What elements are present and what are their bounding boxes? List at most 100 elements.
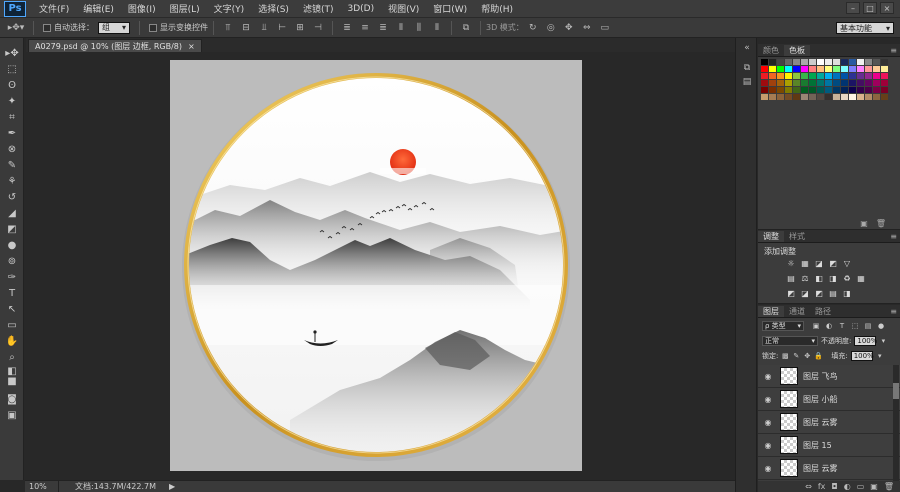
color-swatch[interactable] <box>857 94 864 100</box>
align-left-icon[interactable]: ⊢ <box>275 22 289 34</box>
zoom-tool-icon[interactable]: ⌕ <box>4 350 20 364</box>
delete-layer-icon[interactable]: 🗑 <box>884 482 894 491</box>
pen-tool-icon[interactable]: ✑ <box>4 270 20 284</box>
status-menu-arrow-icon[interactable]: ▶ <box>169 482 177 491</box>
close-icon[interactable]: × <box>188 42 195 51</box>
layer-name[interactable]: 图层 飞鸟 <box>803 371 838 382</box>
color-swatch[interactable] <box>817 87 824 93</box>
color-swatch[interactable] <box>801 59 808 65</box>
eraser-tool-icon[interactable]: ◢ <box>4 206 20 220</box>
menu-type[interactable]: 文字(Y) <box>207 2 252 15</box>
color-swatch[interactable] <box>841 59 848 65</box>
color-swatch[interactable] <box>793 59 800 65</box>
distribute-vcenter-icon[interactable]: ≡ <box>358 22 372 34</box>
history-panel-icon[interactable]: ⧉ <box>740 62 754 74</box>
color-swatch[interactable] <box>841 80 848 86</box>
color-swatch[interactable] <box>793 87 800 93</box>
color-swatch[interactable] <box>857 87 864 93</box>
new-group-icon[interactable]: ▭ <box>857 482 865 491</box>
menu-layer[interactable]: 图层(L) <box>163 2 207 15</box>
color-swatch[interactable] <box>761 94 768 100</box>
lock-transparent-icon[interactable]: ▩ <box>781 352 789 360</box>
distribute-hcenter-icon[interactable]: ⫼ <box>412 22 426 34</box>
color-swatch[interactable] <box>785 59 792 65</box>
color-swatch[interactable] <box>761 66 768 72</box>
color-swatch[interactable] <box>873 66 880 72</box>
shape-filter-icon[interactable]: ⬚ <box>851 322 859 330</box>
type-tool-icon[interactable]: T <box>4 286 20 300</box>
tab-color[interactable]: 颜色 <box>758 45 784 56</box>
color-swatch[interactable] <box>777 59 784 65</box>
panel-menu-icon[interactable]: ≡ <box>890 46 897 55</box>
color-swatch[interactable] <box>849 59 856 65</box>
layer-name[interactable]: 图层 15 <box>803 440 832 451</box>
layer-row[interactable]: ◉ 图层 云雾 <box>758 457 900 480</box>
panel-menu-icon[interactable]: ≡ <box>890 307 897 316</box>
layer-name[interactable]: 图层 云雾 <box>803 417 838 428</box>
color-swatch[interactable] <box>769 73 776 79</box>
layer-row[interactable]: ◉ 图层 飞鸟 <box>758 365 900 388</box>
3d-rotate-icon[interactable]: ↻ <box>526 22 540 34</box>
color-swatch[interactable] <box>873 80 880 86</box>
color-swatch[interactable] <box>849 66 856 72</box>
color-swatch[interactable] <box>785 66 792 72</box>
align-right-icon[interactable]: ⊣ <box>311 22 325 34</box>
color-swatch[interactable] <box>801 80 808 86</box>
color-swatch[interactable] <box>865 66 872 72</box>
menu-image[interactable]: 图像(I) <box>121 2 163 15</box>
color-swatch[interactable] <box>833 87 840 93</box>
color-swatch[interactable] <box>809 59 816 65</box>
color-swatch[interactable] <box>865 59 872 65</box>
color-swatch[interactable] <box>809 80 816 86</box>
color-swatch[interactable] <box>881 66 888 72</box>
color-swatch[interactable] <box>801 87 808 93</box>
distribute-left-icon[interactable]: ⦀ <box>394 22 408 34</box>
color-swatch[interactable] <box>817 59 824 65</box>
color-swatch[interactable] <box>825 80 832 86</box>
add-style-icon[interactable]: fx <box>818 482 826 491</box>
color-swatch[interactable] <box>849 80 856 86</box>
align-top-icon[interactable]: ⫪ <box>221 22 235 34</box>
maximize-button[interactable]: □ <box>863 2 877 14</box>
levels-icon[interactable]: ▦ <box>800 258 810 268</box>
color-swatch[interactable] <box>761 87 768 93</box>
workspace-dropdown[interactable]: 基本功能 ▾ <box>836 22 894 34</box>
color-balance-icon[interactable]: ⚖ <box>800 273 810 283</box>
color-swatch[interactable] <box>833 80 840 86</box>
marquee-tool-icon[interactable]: ⬚ <box>4 62 20 76</box>
quick-mask-icon[interactable]: ◙ <box>4 392 20 406</box>
exposure-icon[interactable]: ◩ <box>828 258 838 268</box>
color-swatch[interactable] <box>833 66 840 72</box>
close-window-button[interactable]: × <box>880 2 894 14</box>
color-swatch[interactable] <box>809 66 816 72</box>
screen-mode-icon[interactable]: ▣ <box>4 408 20 422</box>
collapse-arrows-icon[interactable]: « <box>740 42 754 54</box>
align-vcenter-icon[interactable]: ⊟ <box>239 22 253 34</box>
photo-filter-icon[interactable]: ◨ <box>828 273 838 283</box>
layer-row[interactable]: ◉ 图层 小船 <box>758 388 900 411</box>
gradient-tool-icon[interactable]: ◩ <box>4 222 20 236</box>
curves-icon[interactable]: ◪ <box>814 258 824 268</box>
3d-slide-icon[interactable]: ⇔ <box>580 22 594 34</box>
color-swatch[interactable] <box>761 80 768 86</box>
color-swatch[interactable] <box>833 73 840 79</box>
3d-pan-icon[interactable]: ✥ <box>562 22 576 34</box>
fill-field[interactable]: 100% <box>850 351 874 361</box>
color-swatch[interactable] <box>865 73 872 79</box>
color-swatch[interactable] <box>873 59 880 65</box>
color-swatch[interactable] <box>841 87 848 93</box>
color-swatch[interactable] <box>849 87 856 93</box>
minimize-button[interactable]: – <box>846 2 860 14</box>
menu-3d[interactable]: 3D(D) <box>340 4 381 14</box>
color-swatch[interactable] <box>881 80 888 86</box>
shape-tool-icon[interactable]: ▭ <box>4 318 20 332</box>
layer-row[interactable]: ◉ 图层 15 <box>758 434 900 457</box>
smart-object-filter-icon[interactable]: ▤ <box>864 322 872 330</box>
color-swatch[interactable] <box>761 73 768 79</box>
channel-mixer-icon[interactable]: ♻ <box>842 273 852 283</box>
brightness-contrast-icon[interactable]: ☼ <box>786 258 796 268</box>
lock-pixels-icon[interactable]: ✎ <box>792 352 800 360</box>
layer-scroll-thumb[interactable] <box>893 383 899 399</box>
move-tool-icon[interactable]: ▸✥ <box>4 46 20 60</box>
color-swatch[interactable] <box>849 73 856 79</box>
